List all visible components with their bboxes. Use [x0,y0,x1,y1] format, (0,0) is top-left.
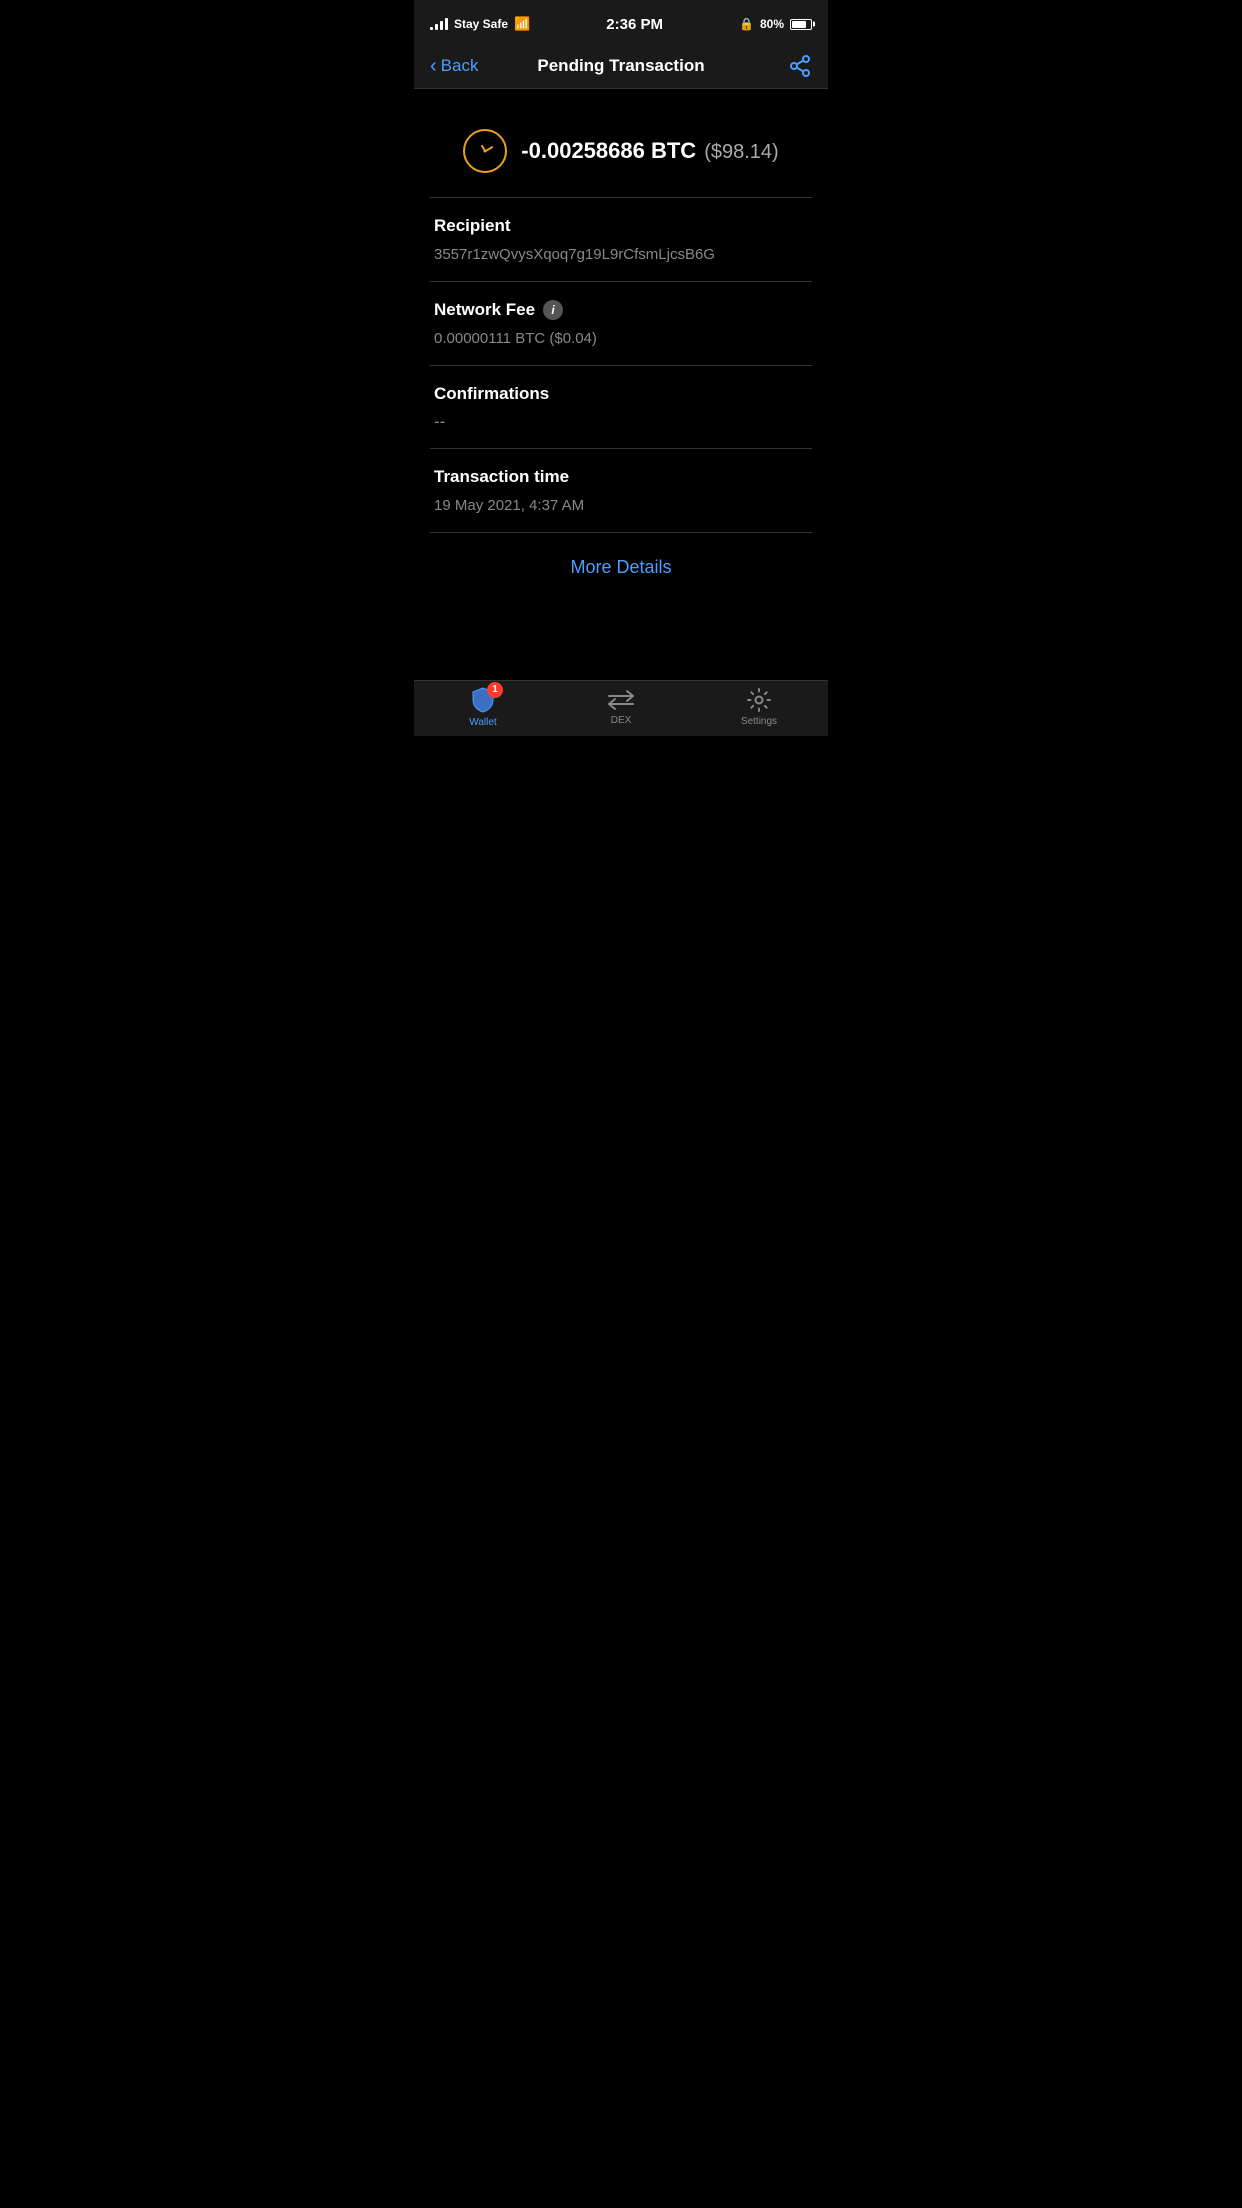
main-content: -0.00258686 BTC ($98.14) Recipient 3557r… [414,89,828,671]
recipient-label: Recipient [434,216,808,236]
network-fee-label-row: Network Fee i [434,300,808,320]
recipient-address: 3557r1zwQvysXqoq7g19L9rCfsmLjcsB6G [434,244,808,265]
settings-icon [746,687,772,713]
back-chevron-icon: ‹ [430,56,437,76]
status-right: 🔒 80% [739,17,812,31]
network-fee-section: Network Fee i 0.00000111 BTC ($0.04) [414,282,828,365]
battery-percent: 80% [760,17,784,31]
wallet-tab-label: Wallet [469,717,496,728]
confirmations-section: Confirmations -- [414,366,828,448]
signal-icon [430,18,448,30]
clock-label: 2:36 PM [606,16,663,33]
dex-tab-label: DEX [611,715,632,726]
dex-icon [607,688,635,712]
status-left: Stay Safe 📶 [430,16,530,32]
tab-wallet[interactable]: 1 Wallet [414,686,552,728]
dex-tab-icon-wrapper [607,688,635,712]
nav-bar: ‹ Back Pending Transaction [414,44,828,89]
wallet-tab-icon-wrapper: 1 [469,686,497,714]
carrier-label: Stay Safe [454,17,508,31]
more-details-button[interactable]: More Details [570,557,671,578]
confirmations-value: -- [434,412,808,432]
wifi-icon: 📶 [514,16,530,32]
settings-tab-icon-wrapper [746,687,772,713]
transaction-time-label: Transaction time [434,467,808,487]
transaction-time-section: Transaction time 19 May 2021, 4:37 AM [414,449,828,532]
confirmations-label: Confirmations [434,384,808,404]
back-label: Back [441,56,479,76]
network-fee-value: 0.00000111 BTC ($0.04) [434,328,808,349]
transaction-header: -0.00258686 BTC ($98.14) [414,109,828,197]
share-button[interactable] [732,54,812,78]
more-details-section: More Details [414,533,828,602]
tab-dex[interactable]: DEX [552,688,690,726]
back-button[interactable]: ‹ Back [430,56,510,76]
usd-amount: ($98.14) [704,141,779,164]
lock-icon: 🔒 [739,17,754,31]
pending-clock-icon [463,129,507,173]
transaction-amount-group: -0.00258686 BTC ($98.14) [521,138,778,164]
recipient-section: Recipient 3557r1zwQvysXqoq7g19L9rCfsmLjc… [414,198,828,281]
status-bar: Stay Safe 📶 2:36 PM 🔒 80% [414,0,828,44]
share-icon [788,54,812,78]
btc-amount: -0.00258686 BTC [521,138,696,164]
page-title: Pending Transaction [510,56,732,76]
info-icon[interactable]: i [543,300,563,320]
settings-tab-label: Settings [741,716,777,727]
network-fee-label: Network Fee [434,300,535,320]
tab-settings[interactable]: Settings [690,687,828,727]
wallet-badge: 1 [487,682,503,698]
tab-bar: 1 Wallet DEX Settings [414,680,828,736]
transaction-time-value: 19 May 2021, 4:37 AM [434,495,808,516]
battery-icon [790,19,812,30]
